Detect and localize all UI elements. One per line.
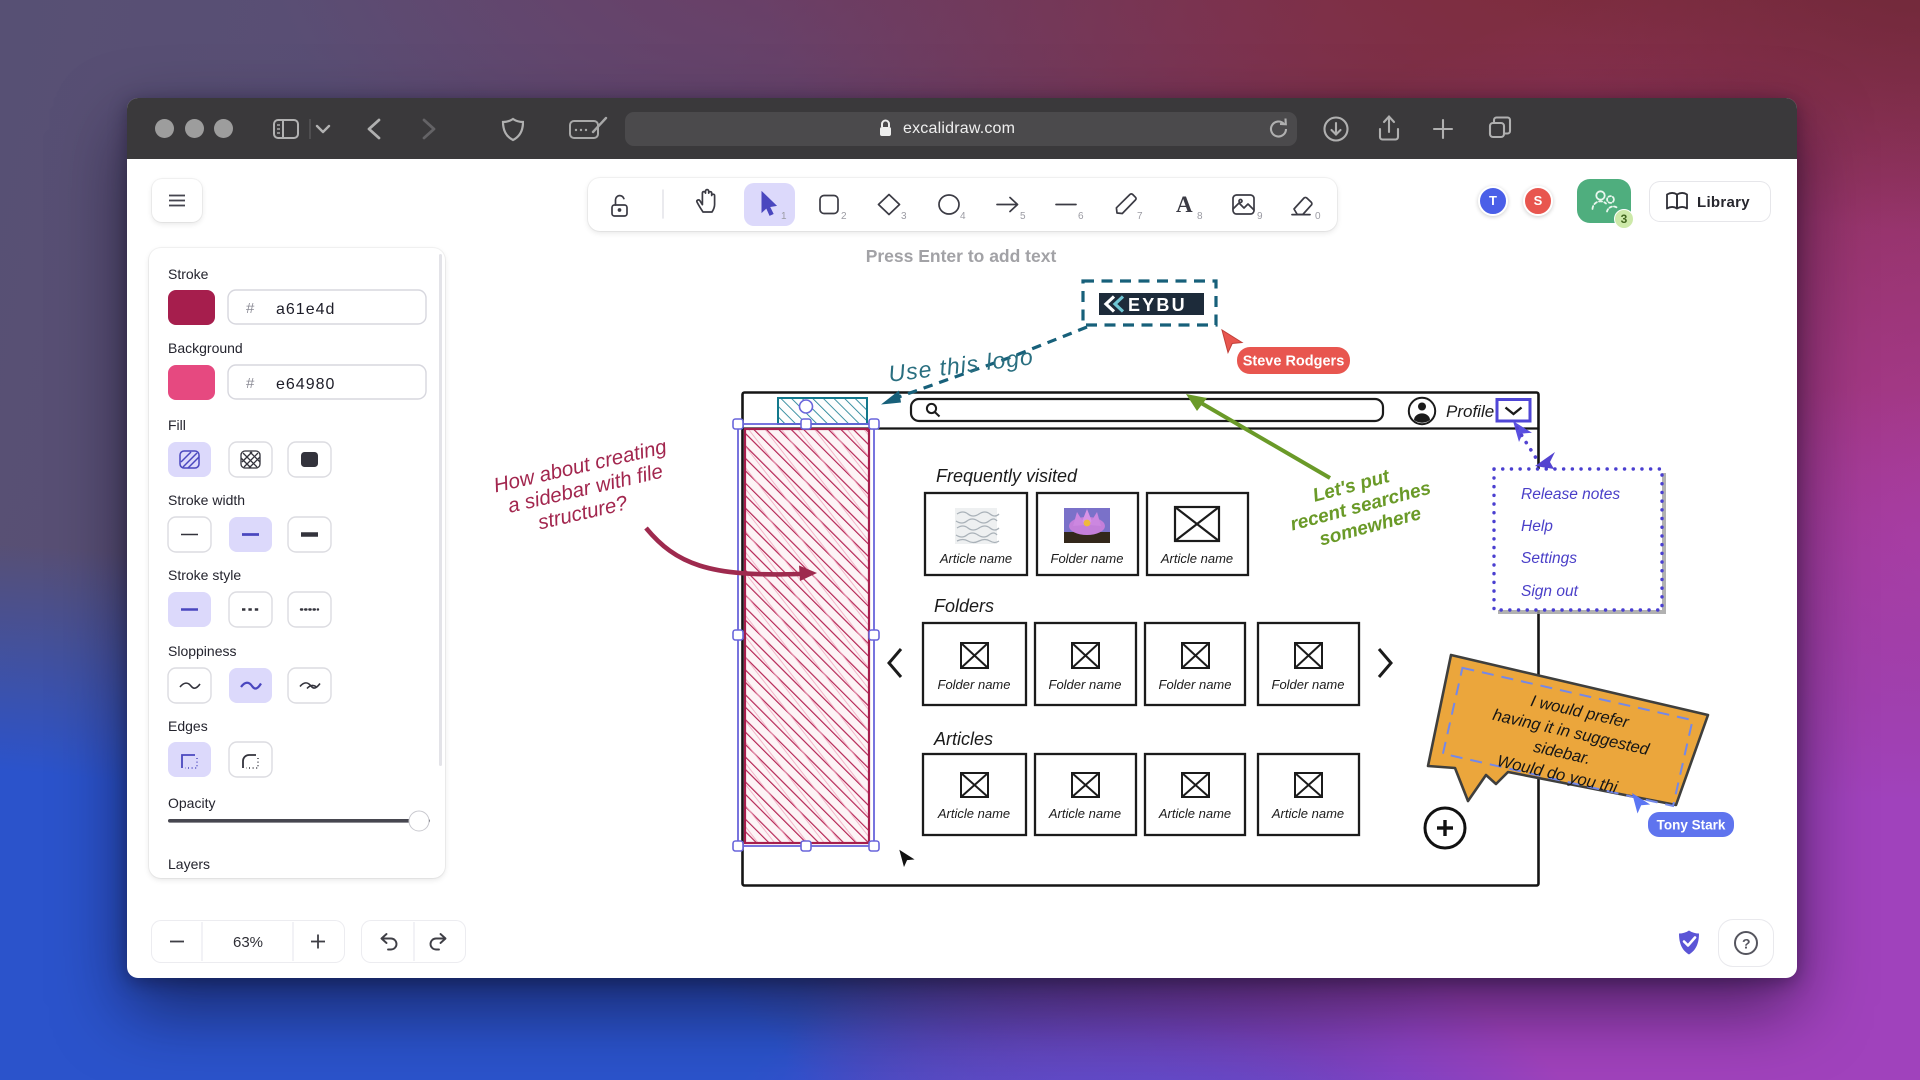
svg-text:A: A — [1176, 192, 1193, 217]
svg-text:Background: Background — [168, 340, 243, 356]
svg-text:e64980: e64980 — [276, 376, 335, 393]
svg-text:0: 0 — [1315, 211, 1321, 222]
svg-text:5: 5 — [1020, 211, 1026, 222]
svg-text:7: 7 — [1137, 211, 1143, 222]
svg-text:Stroke: Stroke — [168, 266, 209, 282]
svg-text:#: # — [246, 375, 255, 392]
svg-text:Fill: Fill — [168, 417, 186, 433]
svg-text:6: 6 — [1078, 211, 1084, 222]
svg-text:8: 8 — [1197, 211, 1203, 222]
svg-text:a61e4d: a61e4d — [276, 301, 335, 318]
svg-text:Stroke width: Stroke width — [168, 492, 245, 508]
svg-text:Edges: Edges — [168, 718, 208, 734]
svg-text:9: 9 — [1257, 211, 1263, 222]
svg-text:Layers: Layers — [168, 856, 210, 872]
svg-text:Library: Library — [1697, 194, 1750, 211]
svg-text:?: ? — [1742, 936, 1751, 952]
svg-text:#: # — [246, 300, 255, 317]
svg-text:Sloppiness: Sloppiness — [168, 643, 237, 659]
svg-text:1: 1 — [781, 211, 787, 222]
svg-text:2: 2 — [841, 211, 847, 222]
svg-text:4: 4 — [960, 211, 966, 222]
svg-text:3: 3 — [901, 211, 907, 222]
svg-text:Stroke style: Stroke style — [168, 567, 241, 583]
svg-text:63%: 63% — [233, 934, 263, 951]
svg-text:Opacity: Opacity — [168, 795, 215, 811]
